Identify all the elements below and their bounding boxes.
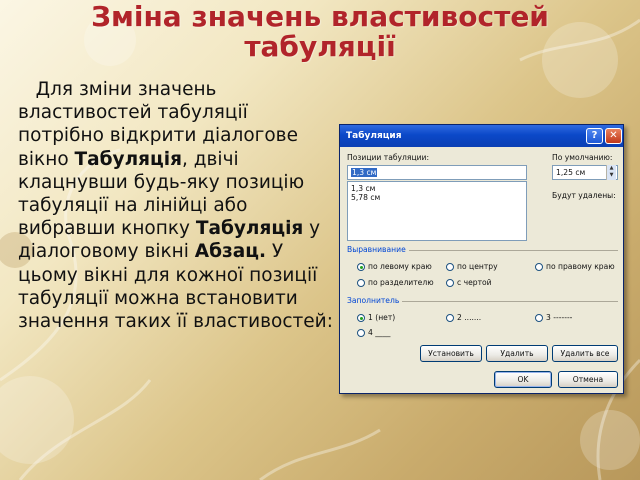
align-left-radio[interactable] [357,263,365,271]
dialog-titlebar[interactable]: Табуляция [340,125,623,147]
align-right-label[interactable]: по правому краю [546,262,615,271]
clear-button[interactable]: Удалить [486,345,548,362]
leader-dots-radio[interactable] [446,314,454,322]
default-stops-value: 1,25 см [556,168,586,177]
cancel-button[interactable]: Отмена [558,371,618,388]
leader-dashes-radio[interactable] [535,314,543,322]
spin-down-icon[interactable]: ▼ [607,172,616,179]
default-stops-label: По умолчанию: [552,153,613,162]
spin-up-icon[interactable]: ▲ [607,165,616,172]
para-bold-paragraph: Абзац. [194,241,267,263]
align-bar-label[interactable]: с чертой [457,278,492,287]
leader-dots-label[interactable]: 2 ....... [457,313,481,322]
alignment-group-line [376,250,618,251]
dialog-title: Табуляция [346,131,402,141]
para-bold-tabulation-2: Табуляція [195,218,304,240]
clear-all-button[interactable]: Удалить все [552,345,618,362]
default-stops-spinner[interactable]: ▲ ▼ [606,165,616,180]
leader-none-radio[interactable] [357,314,365,322]
list-item[interactable]: 5,78 см [351,193,523,202]
align-bar-radio[interactable] [446,279,454,287]
slide-title-line-2: табуляції [244,30,396,63]
close-button[interactable]: ✕ [605,128,622,144]
align-right-radio[interactable] [535,263,543,271]
leader-group-title: Заполнитель [347,296,403,305]
leader-underline-label[interactable]: 4 ____ [368,328,390,337]
align-center-radio[interactable] [446,263,454,271]
tab-positions-list[interactable]: 1,3 см 5,78 см [347,181,527,241]
leader-none-label[interactable]: 1 (нет) [368,313,395,322]
set-button[interactable]: Установить [420,345,482,362]
list-item[interactable]: 1,3 см [351,184,523,193]
leader-dashes-label[interactable]: 3 ------- [546,313,572,322]
para-bold-tabulation-1: Табуляція [74,148,182,170]
slide-title: Зміна значень властивостей табуляції [0,0,640,62]
align-decimal-radio[interactable] [357,279,365,287]
slide-title-line-1: Зміна значень властивостей [91,0,549,33]
ok-button[interactable]: OK [494,371,552,388]
tab-position-value: 1,3 см [351,168,378,177]
help-button[interactable]: ? [586,128,603,144]
align-decimal-label[interactable]: по разделителю [368,278,434,287]
leader-underline-radio[interactable] [357,329,365,337]
align-left-label[interactable]: по левому краю [368,262,432,271]
align-center-label[interactable]: по центру [457,262,498,271]
tab-positions-label: Позиции табуляции: [347,153,430,162]
tab-position-input[interactable]: 1,3 см [347,165,527,180]
leader-group-line [376,301,618,302]
slide-paragraph: Для зміни значень властивостей табуляції… [18,78,336,333]
tabs-dialog: Табуляция ? ✕ Позиции табуляции: 1,3 см … [339,124,624,394]
alignment-group-title: Выравнивание [347,245,409,254]
to-be-cleared-label: Будут удалены: [552,191,616,200]
